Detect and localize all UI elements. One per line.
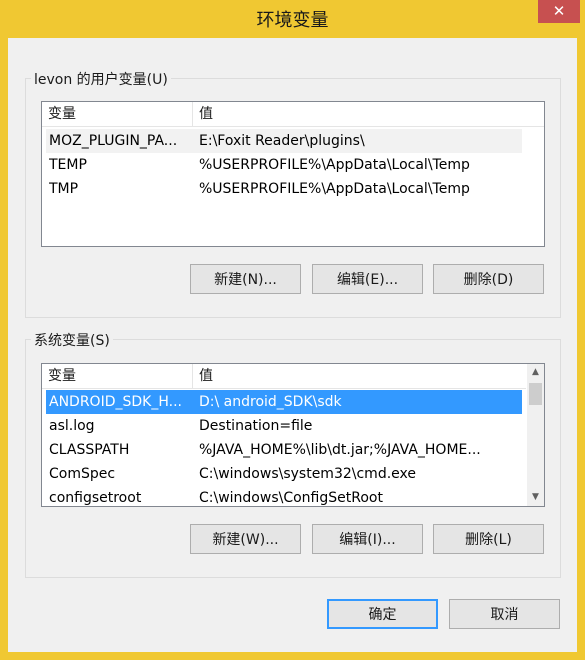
system-variables-label: 系统变量(S) bbox=[31, 330, 113, 350]
system-new-button[interactable]: 新建(W)... bbox=[190, 524, 301, 554]
system-delete-button[interactable]: 删除(L) bbox=[433, 524, 544, 554]
variable-value: C:\windows\system32\cmd.exe bbox=[199, 466, 416, 482]
column-header-value[interactable]: 值 bbox=[193, 102, 213, 126]
table-row[interactable]: CLASSPATH %JAVA_HOME%\lib\dt.jar;%JAVA_H… bbox=[46, 438, 522, 462]
variable-name: ComSpec bbox=[49, 466, 116, 482]
variable-name: CLASSPATH bbox=[49, 442, 130, 458]
variable-name: MOZ_PLUGIN_PA... bbox=[49, 133, 178, 149]
variable-name: TEMP bbox=[49, 157, 87, 173]
cancel-button[interactable]: 取消 bbox=[449, 599, 560, 629]
table-row[interactable]: TMP %USERPROFILE%\AppData\Local\Temp bbox=[46, 177, 522, 201]
system-edit-button[interactable]: 编辑(I)... bbox=[312, 524, 423, 554]
table-row[interactable]: ComSpec C:\windows\system32\cmd.exe bbox=[46, 462, 522, 486]
variable-value: E:\Foxit Reader\plugins\ bbox=[199, 133, 365, 149]
vertical-scrollbar[interactable]: ▲ ▼ bbox=[526, 364, 544, 506]
table-row[interactable]: asl.log Destination=file bbox=[46, 414, 522, 438]
title-bar: 环境变量 ✕ bbox=[0, 0, 585, 38]
column-header-value[interactable]: 值 bbox=[193, 364, 213, 388]
list-header: 变量 值 bbox=[42, 102, 544, 127]
variable-value: Destination=file bbox=[199, 418, 313, 434]
system-variables-list[interactable]: 变量 值 ANDROID_SDK_H... D:\ android_SDK\sd… bbox=[41, 363, 545, 507]
column-header-variable[interactable]: 变量 bbox=[42, 364, 193, 388]
variable-name: asl.log bbox=[49, 418, 95, 434]
variable-name: TMP bbox=[49, 181, 79, 197]
variable-name: configsetroot bbox=[49, 490, 142, 506]
table-row[interactable]: TEMP %USERPROFILE%\AppData\Local\Temp bbox=[46, 153, 522, 177]
variable-value: %JAVA_HOME%\lib\dt.jar;%JAVA_HOME... bbox=[199, 442, 481, 458]
scroll-down-icon[interactable]: ▼ bbox=[527, 489, 544, 506]
close-icon: ✕ bbox=[552, 2, 566, 20]
close-button[interactable]: ✕ bbox=[538, 0, 580, 23]
user-edit-button[interactable]: 编辑(E)... bbox=[312, 264, 423, 294]
user-variables-list[interactable]: 变量 值 MOZ_PLUGIN_PA... E:\Foxit Reader\pl… bbox=[41, 101, 545, 247]
user-variables-label: levon 的用户变量(U) bbox=[31, 69, 171, 89]
variable-value: %USERPROFILE%\AppData\Local\Temp bbox=[199, 181, 470, 197]
ok-button[interactable]: 确定 bbox=[327, 599, 438, 629]
variable-value: %USERPROFILE%\AppData\Local\Temp bbox=[199, 157, 470, 173]
variable-value: D:\ android_SDK\sdk bbox=[199, 394, 342, 410]
window-title: 环境变量 bbox=[256, 10, 329, 31]
user-new-button[interactable]: 新建(N)... bbox=[190, 264, 301, 294]
user-delete-button[interactable]: 删除(D) bbox=[433, 264, 544, 294]
column-header-variable[interactable]: 变量 bbox=[42, 102, 193, 126]
scroll-up-icon[interactable]: ▲ bbox=[527, 364, 544, 381]
variable-value: C:\windows\ConfigSetRoot bbox=[199, 490, 383, 506]
variable-name: ANDROID_SDK_H... bbox=[49, 394, 182, 410]
table-row[interactable]: MOZ_PLUGIN_PA... E:\Foxit Reader\plugins… bbox=[46, 129, 522, 153]
table-row[interactable]: configsetroot C:\windows\ConfigSetRoot bbox=[46, 486, 522, 506]
table-row[interactable]: ANDROID_SDK_H... D:\ android_SDK\sdk bbox=[46, 390, 522, 414]
list-header: 变量 值 bbox=[42, 364, 526, 389]
dialog-body: levon 的用户变量(U) 变量 值 MOZ_PLUGIN_PA... E:\… bbox=[8, 38, 577, 652]
scroll-thumb[interactable] bbox=[529, 383, 542, 405]
